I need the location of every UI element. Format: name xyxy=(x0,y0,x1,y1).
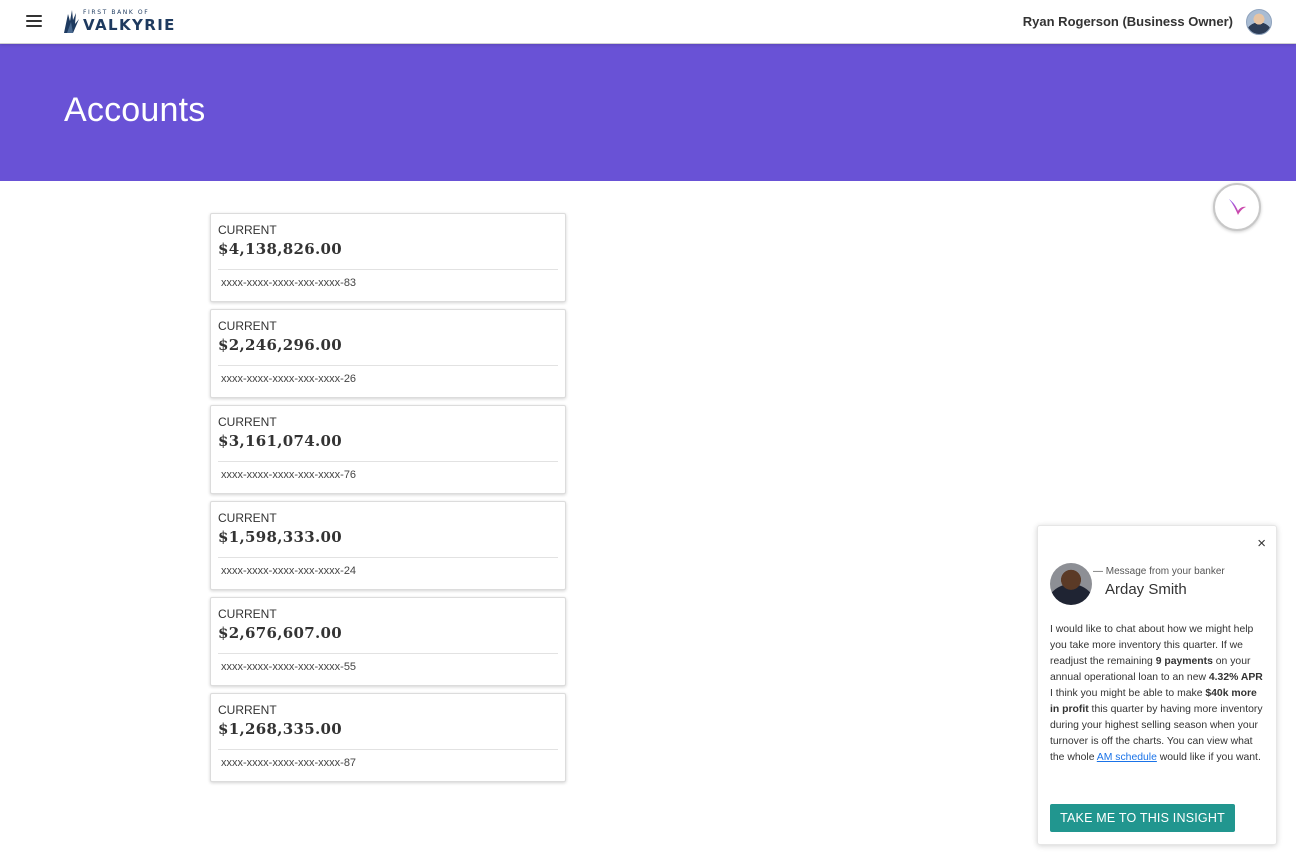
account-balance: $3,161,074.00 xyxy=(218,432,342,450)
message-text: I think you might be able to make xyxy=(1050,688,1206,699)
page-title: Accounts xyxy=(64,91,206,129)
account-balance: $2,246,296.00 xyxy=(218,336,342,354)
close-icon[interactable]: × xyxy=(1257,536,1266,551)
account-type: CURRENT xyxy=(218,703,277,717)
message-highlight: 9 payments xyxy=(1155,656,1213,667)
user-name[interactable]: Ryan Rogerson (Business Owner) xyxy=(1023,14,1233,29)
account-type: CURRENT xyxy=(218,511,277,525)
user-avatar[interactable] xyxy=(1246,9,1272,35)
am-schedule-link[interactable]: AM schedule xyxy=(1097,752,1157,763)
page-banner: Accounts xyxy=(0,44,1296,181)
account-balance: $1,268,335.00 xyxy=(218,720,342,738)
divider xyxy=(218,461,558,462)
message-text: would like if you want. xyxy=(1156,752,1261,763)
account-number: xxxx-xxxx-xxxx-xxx-xxxx-24 xyxy=(221,565,357,577)
assistant-button[interactable] xyxy=(1213,183,1261,231)
account-card[interactable]: CURRENT $2,676,607.00 xxxx-xxxx-xxxx-xxx… xyxy=(210,597,566,686)
account-list: CURRENT $4,138,826.00 xxxx-xxxx-xxxx-xxx… xyxy=(210,213,566,789)
account-card[interactable]: CURRENT $1,268,335.00 xxxx-xxxx-xxxx-xxx… xyxy=(210,693,566,782)
divider xyxy=(218,749,558,750)
account-card[interactable]: CURRENT $4,138,826.00 xxxx-xxxx-xxxx-xxx… xyxy=(210,213,566,302)
account-card[interactable]: CURRENT $2,246,296.00 xxxx-xxxx-xxxx-xxx… xyxy=(210,309,566,398)
account-card[interactable]: CURRENT $3,161,074.00 xxxx-xxxx-xxxx-xxx… xyxy=(210,405,566,494)
account-card[interactable]: CURRENT $1,598,333.00 xxxx-xxxx-xxxx-xxx… xyxy=(210,501,566,590)
wing-logo-icon xyxy=(64,10,79,33)
account-number: xxxx-xxxx-xxxx-xxx-xxxx-76 xyxy=(221,469,357,481)
banker-message-card: × — Message from your banker Arday Smith… xyxy=(1037,525,1277,845)
account-type: CURRENT xyxy=(218,319,277,333)
top-bar: FIRST BANK OF VALKYRIE Ryan Rogerson (Bu… xyxy=(0,0,1296,44)
account-type: CURRENT xyxy=(218,415,277,429)
divider xyxy=(218,653,558,654)
account-number: xxxx-xxxx-xxxx-xxx-xxxx-55 xyxy=(221,661,357,673)
account-number: xxxx-xxxx-xxxx-xxx-xxxx-83 xyxy=(221,277,357,289)
logo-main-text: VALKYRIE xyxy=(83,15,176,34)
account-type: CURRENT xyxy=(218,223,277,237)
account-type: CURRENT xyxy=(218,607,277,621)
account-balance: $4,138,826.00 xyxy=(218,240,342,258)
message-body: I would like to chat about how we might … xyxy=(1050,622,1268,766)
account-balance: $1,598,333.00 xyxy=(218,528,342,546)
hamburger-menu-icon[interactable] xyxy=(26,15,42,29)
take-me-to-insight-button[interactable]: TAKE ME TO THIS INSIGHT xyxy=(1050,804,1235,832)
account-balance: $2,676,607.00 xyxy=(218,624,342,642)
banker-name: Arday Smith xyxy=(1105,581,1187,598)
message-highlight: 4.32% APR xyxy=(1208,672,1263,683)
divider xyxy=(218,365,558,366)
assistant-swoosh-icon xyxy=(1229,199,1246,215)
divider xyxy=(218,557,558,558)
bank-logo[interactable]: FIRST BANK OF VALKYRIE xyxy=(62,7,176,35)
account-number: xxxx-xxxx-xxxx-xxx-xxxx-87 xyxy=(221,757,357,769)
message-from-label: — Message from your banker xyxy=(1093,566,1225,577)
account-number: xxxx-xxxx-xxxx-xxx-xxxx-26 xyxy=(221,373,357,385)
divider xyxy=(218,269,558,270)
logo-top-text: FIRST BANK OF xyxy=(83,8,150,16)
banker-avatar xyxy=(1050,563,1092,605)
